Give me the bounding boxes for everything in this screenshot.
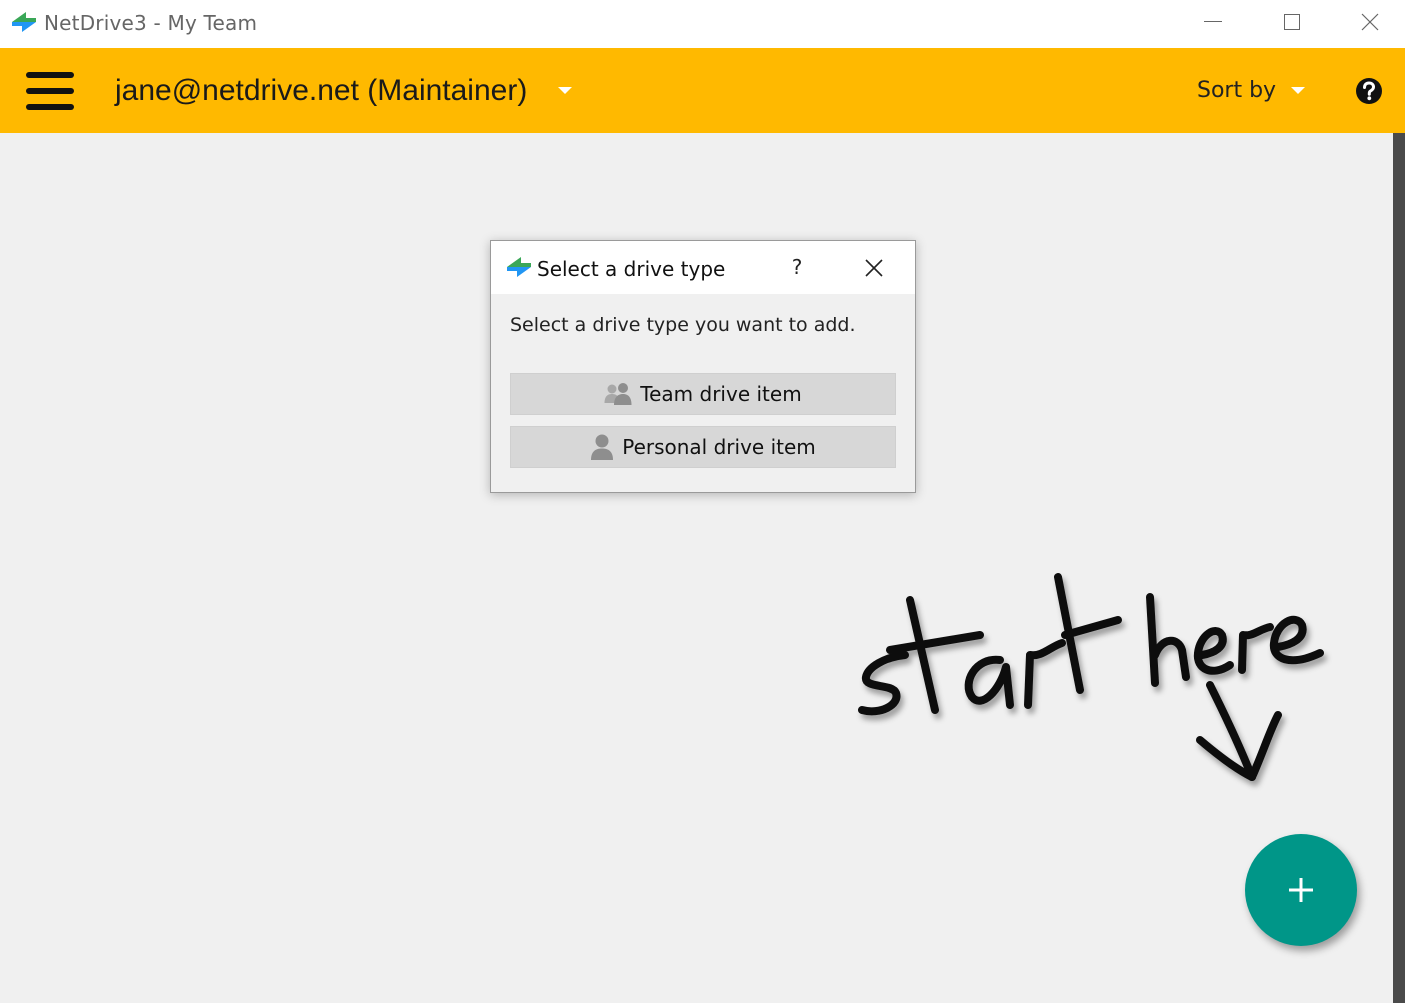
hamburger-menu-icon[interactable] xyxy=(26,72,74,110)
maximize-button[interactable] xyxy=(1262,0,1322,44)
hamburger-line xyxy=(26,72,74,78)
close-icon[interactable] xyxy=(863,257,885,279)
personal-drive-item-button[interactable]: Personal drive item xyxy=(510,426,896,468)
dialog-help-button[interactable]: ? xyxy=(787,254,807,280)
scrollbar[interactable] xyxy=(1393,133,1405,1003)
chevron-down-icon[interactable] xyxy=(556,84,574,96)
netdrive-logo-icon xyxy=(12,12,36,32)
hamburger-line xyxy=(26,104,74,110)
team-drive-item-label: Team drive item xyxy=(640,382,802,406)
window-close-button[interactable] xyxy=(1340,0,1400,44)
minimize-button[interactable] xyxy=(1183,0,1243,44)
hamburger-line xyxy=(26,88,74,94)
window-titlebar: NetDrive3 - My Team xyxy=(0,0,1405,48)
window-title: NetDrive3 - My Team xyxy=(44,11,258,35)
start-here-hint xyxy=(858,573,1324,781)
dialog-header: Select a drive type ? xyxy=(491,241,915,294)
account-selector[interactable]: jane@netdrive.net (Maintainer) xyxy=(115,73,527,109)
plus-icon xyxy=(1289,878,1313,902)
team-icon xyxy=(604,383,632,405)
add-drive-button[interactable] xyxy=(1245,834,1357,946)
help-icon[interactable] xyxy=(1354,76,1384,106)
person-icon xyxy=(591,434,614,460)
maximize-icon xyxy=(1284,14,1300,30)
select-drive-type-dialog: Select a drive type ? Select a drive typ… xyxy=(490,240,916,493)
team-drive-item-button[interactable]: Team drive item xyxy=(510,373,896,415)
dialog-title: Select a drive type xyxy=(537,257,726,281)
main-toolbar: jane@netdrive.net (Maintainer) Sort by xyxy=(0,48,1405,133)
minimize-icon xyxy=(1204,21,1222,22)
sort-by-dropdown[interactable]: Sort by xyxy=(1197,76,1276,106)
close-icon xyxy=(1361,13,1379,31)
chevron-down-icon[interactable] xyxy=(1289,84,1307,96)
netdrive-logo-icon xyxy=(507,257,531,277)
personal-drive-item-label: Personal drive item xyxy=(622,435,816,459)
dialog-message: Select a drive type you want to add. xyxy=(510,314,856,336)
